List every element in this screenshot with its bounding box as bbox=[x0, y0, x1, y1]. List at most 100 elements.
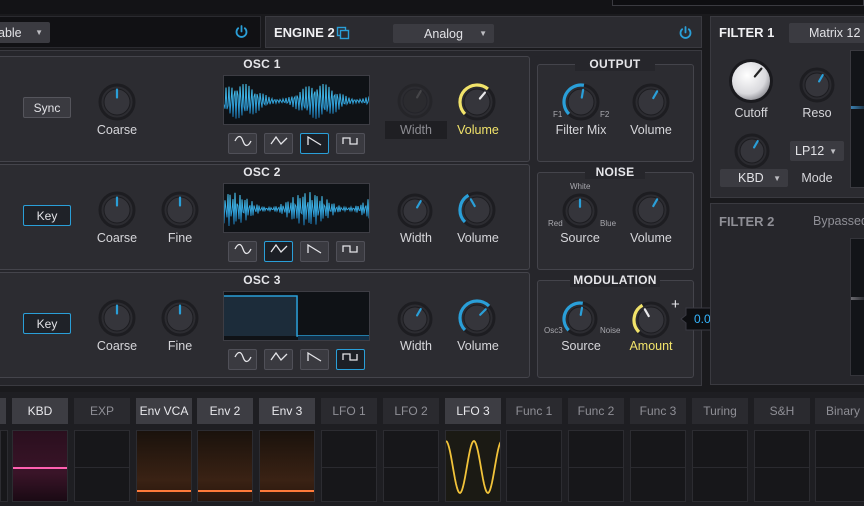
mod-tab-env-2[interactable]: Env 2 bbox=[197, 398, 253, 424]
mod-tab-env-vca[interactable]: Env VCA bbox=[136, 398, 192, 424]
filter1-response-display bbox=[850, 50, 864, 188]
filter1-type-dropdown[interactable]: Matrix 12 bbox=[789, 23, 864, 43]
noise-mod-label: Noise bbox=[600, 326, 621, 335]
osc3-mod-label: Osc3 bbox=[544, 326, 563, 335]
osc3-wave-triangle[interactable] bbox=[264, 349, 293, 370]
mod-source-display[interactable] bbox=[754, 430, 810, 502]
mod-tab-kbd[interactable]: KBD bbox=[12, 398, 68, 424]
osc2-coarse-label: Coarse bbox=[96, 231, 138, 245]
osc1-width-knob[interactable] bbox=[397, 83, 433, 119]
mod-tab-turing[interactable]: Turing bbox=[692, 398, 748, 424]
mod-tab-env-3[interactable]: Env 3 bbox=[259, 398, 315, 424]
osc2-wave-triangle[interactable] bbox=[264, 241, 293, 262]
mod-source-display[interactable] bbox=[321, 430, 377, 502]
osc1-wave-square[interactable] bbox=[336, 133, 365, 154]
grid-line bbox=[384, 467, 438, 468]
sync-button[interactable]: Sync bbox=[23, 97, 71, 118]
mod-tab-func-3[interactable]: Func 3 bbox=[630, 398, 686, 424]
triangle-wave-icon bbox=[269, 242, 289, 261]
osc3-wave-saw[interactable] bbox=[300, 349, 329, 370]
mod-tab-s-h[interactable]: S&H bbox=[754, 398, 810, 424]
mod-source-knob[interactable] bbox=[562, 301, 598, 337]
blue-label: Blue bbox=[600, 219, 617, 228]
copy-icon[interactable] bbox=[336, 26, 350, 40]
osc3-coarse-knob[interactable] bbox=[98, 299, 136, 337]
osc2-wave-square[interactable] bbox=[336, 241, 365, 262]
osc1-wave-triangle[interactable] bbox=[264, 133, 293, 154]
mode-dropdown[interactable]: LP12 ▼ bbox=[790, 141, 844, 161]
grid-line bbox=[755, 467, 809, 468]
osc3-wave-square[interactable] bbox=[336, 349, 365, 370]
osc1-wave-sine[interactable] bbox=[228, 133, 257, 154]
osc2-wave-sine[interactable] bbox=[228, 241, 257, 262]
engine2-power-icon[interactable] bbox=[678, 25, 693, 40]
noise-volume-knob[interactable] bbox=[632, 191, 670, 229]
osc2-volume-label: Volume bbox=[457, 231, 499, 245]
kbd-knob[interactable] bbox=[734, 133, 770, 169]
osc2-fine-knob[interactable] bbox=[161, 191, 199, 229]
filter2-panel bbox=[710, 203, 864, 385]
output-volume-knob[interactable] bbox=[632, 83, 670, 121]
mod-amount-knob[interactable] bbox=[632, 301, 670, 339]
lfo3-wave bbox=[446, 439, 500, 495]
mod-plus-sign: + bbox=[671, 296, 680, 313]
sine-wave-icon bbox=[233, 242, 253, 261]
osc1-coarse-knob[interactable] bbox=[98, 83, 136, 121]
mod-tab-lfo-1[interactable]: LFO 1 bbox=[321, 398, 377, 424]
osc3-width-label: Width bbox=[400, 339, 432, 353]
mod-source-display[interactable] bbox=[383, 430, 439, 502]
mod-source-display[interactable] bbox=[136, 430, 192, 502]
mod-source-display[interactable] bbox=[197, 430, 253, 502]
filter2-title: FILTER 2 bbox=[719, 214, 775, 229]
mod-source-label: Source bbox=[561, 339, 601, 353]
env-line bbox=[198, 490, 252, 492]
mod-source-display[interactable] bbox=[630, 430, 686, 502]
engine2-title: ENGINE 2 bbox=[274, 25, 335, 40]
grid-line bbox=[816, 467, 864, 468]
osc2-width-knob[interactable] bbox=[397, 193, 433, 229]
mod-source-display[interactable] bbox=[445, 430, 501, 502]
mod-source-display[interactable] bbox=[815, 430, 864, 502]
mod-source-display[interactable] bbox=[12, 430, 68, 502]
osc3-width-knob[interactable] bbox=[397, 301, 433, 337]
osc1-coarse-label: Coarse bbox=[96, 123, 138, 137]
osc2-coarse-knob[interactable] bbox=[98, 191, 136, 229]
mod-tab-binary[interactable]: Binary bbox=[815, 398, 864, 424]
cutoff-knob[interactable] bbox=[728, 58, 774, 104]
noise-source-knob[interactable] bbox=[562, 193, 598, 229]
mod-tab-lfo-2[interactable]: LFO 2 bbox=[383, 398, 439, 424]
cutoff-label: Cutoff bbox=[734, 106, 768, 120]
mod-source-display[interactable] bbox=[74, 430, 130, 502]
osc2-key-button[interactable]: Key bbox=[23, 205, 71, 226]
output-title: OUTPUT bbox=[575, 57, 655, 71]
mod-tab-exp[interactable]: EXP bbox=[74, 398, 130, 424]
mod-source-display[interactable] bbox=[506, 430, 562, 502]
reso-knob[interactable] bbox=[799, 67, 835, 103]
mod-source-display[interactable] bbox=[259, 430, 315, 502]
engine1-type-dropdown[interactable]: able ▼ bbox=[0, 22, 50, 43]
grid-line bbox=[507, 467, 561, 468]
mod-tab-func-1[interactable]: Func 1 bbox=[506, 398, 562, 424]
kbd-dropdown[interactable]: KBD ▼ bbox=[720, 169, 788, 187]
osc3-key-button[interactable]: Key bbox=[23, 313, 71, 334]
mode-label: Mode bbox=[801, 171, 833, 185]
osc3-fine-knob[interactable] bbox=[161, 299, 199, 337]
osc2-wave-saw[interactable] bbox=[300, 241, 329, 262]
osc3-wave-sine[interactable] bbox=[228, 349, 257, 370]
mod-source-display[interactable] bbox=[692, 430, 748, 502]
grid-line bbox=[75, 467, 129, 468]
osc1-wave-saw[interactable] bbox=[300, 133, 329, 154]
mod-tab-func-2[interactable]: Func 2 bbox=[568, 398, 624, 424]
chevron-down-icon: ▼ bbox=[479, 29, 487, 38]
filter-mix-knob[interactable] bbox=[562, 83, 600, 121]
engine1-power-icon[interactable] bbox=[234, 24, 249, 39]
osc2-volume-knob[interactable] bbox=[458, 191, 496, 229]
osc1-volume-knob[interactable] bbox=[458, 83, 496, 121]
mod-tab-lfo-3[interactable]: LFO 3 bbox=[445, 398, 501, 424]
mod-source-display[interactable] bbox=[568, 430, 624, 502]
osc3-volume-knob[interactable] bbox=[458, 299, 496, 337]
filter1-type-value: Matrix 12 bbox=[809, 26, 861, 40]
mode-value: LP12 bbox=[795, 144, 825, 158]
osc3-volume-label: Volume bbox=[457, 339, 499, 353]
engine2-type-dropdown[interactable]: Analog ▼ bbox=[393, 24, 494, 43]
